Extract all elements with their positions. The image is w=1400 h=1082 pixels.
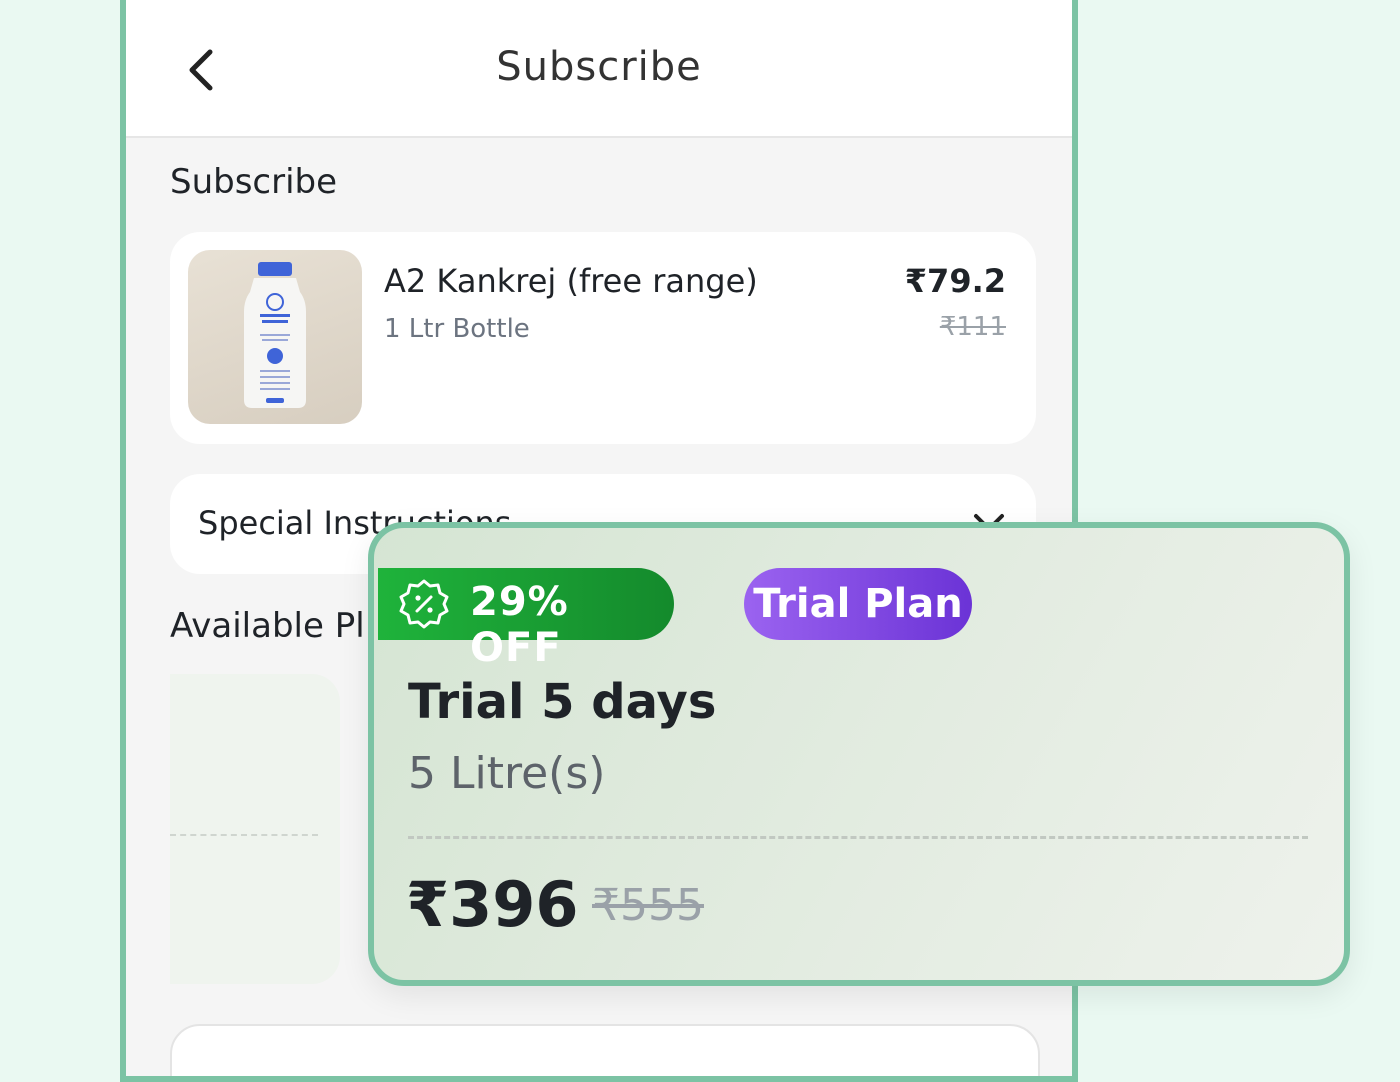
plan-card[interactable] — [170, 674, 340, 984]
product-name: A2 Kankrej (free range) — [384, 262, 758, 300]
featured-plan-card[interactable]: 29% OFF Trial Plan Trial 5 days 5 Litre(… — [368, 522, 1350, 986]
product-card[interactable]: A2 Kankrej (free range) 1 Ltr Bottle ₹79… — [170, 232, 1036, 444]
plan-name: Trial 5 days — [408, 674, 717, 730]
plan-type-badge: Trial Plan — [744, 568, 972, 640]
section-title: Subscribe — [170, 162, 338, 202]
plan-type-label: Trial Plan — [753, 581, 963, 627]
plan-divider — [408, 836, 1308, 839]
discount-badge: 29% OFF — [378, 568, 674, 671]
available-plans-title: Available Pl — [170, 606, 365, 646]
product-price: ₹79.2 — [904, 262, 1006, 300]
plan-mrp: ₹555 — [592, 880, 704, 931]
bottom-card — [170, 1024, 1040, 1076]
product-mrp: ₹111 — [939, 312, 1006, 342]
page-title: Subscribe — [496, 44, 702, 90]
app-header: Subscribe — [126, 0, 1072, 138]
product-size: 1 Ltr Bottle — [384, 314, 530, 344]
discount-badge-icon — [399, 579, 449, 629]
plan-quantity: 5 Litre(s) — [408, 748, 606, 799]
discount-label: 29% OFF — [470, 579, 569, 671]
product-image — [188, 250, 362, 424]
plan-price: ₹396 — [406, 868, 579, 941]
plan-divider — [170, 834, 318, 836]
